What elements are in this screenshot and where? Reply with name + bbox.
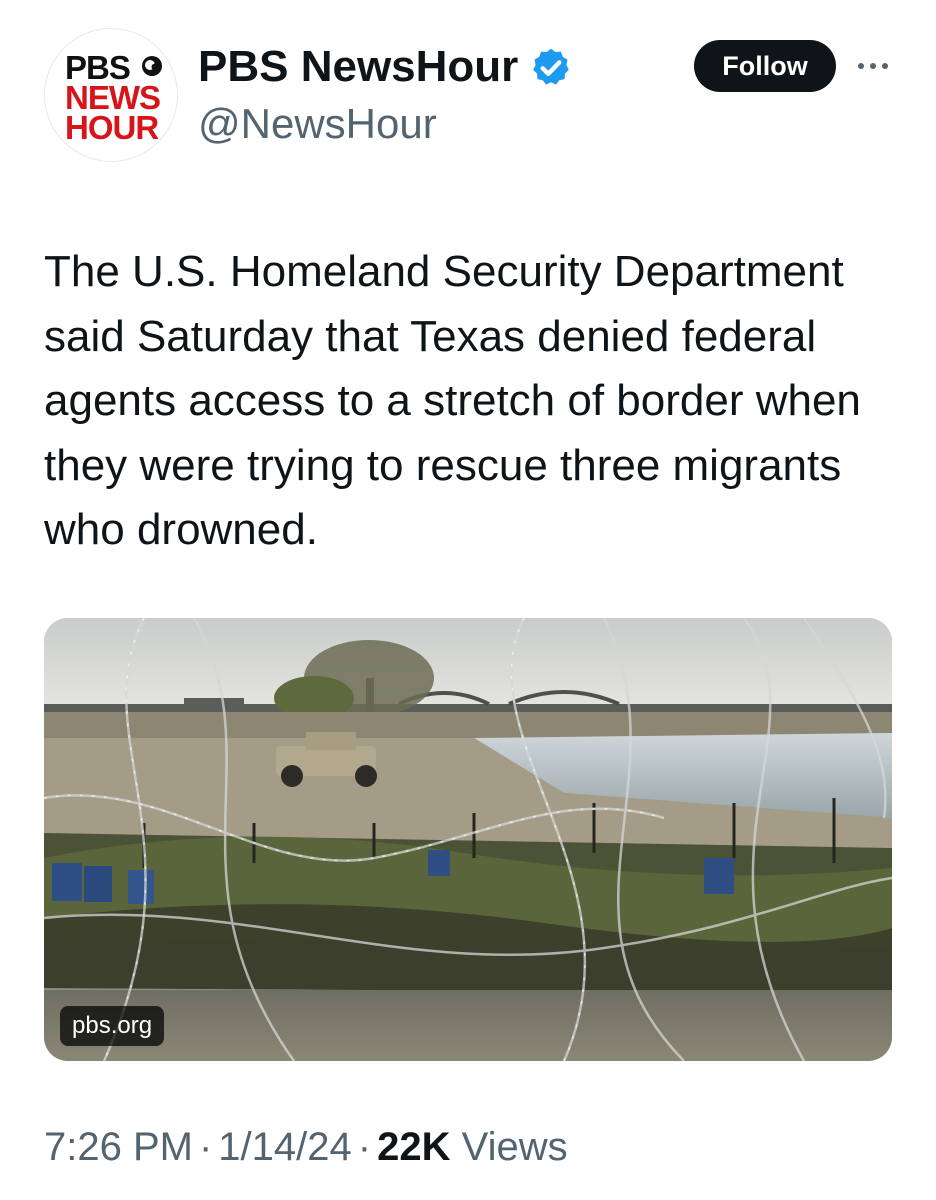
avatar[interactable]: PBS NEWS HOUR — [44, 28, 178, 162]
follow-button[interactable]: Follow — [694, 40, 836, 92]
tweet-text: The U.S. Homeland Security Department sa… — [44, 247, 861, 554]
views-label: Views — [461, 1125, 568, 1169]
meta-separator: · — [198, 1125, 213, 1169]
display-name[interactable]: PBS NewsHour — [198, 40, 518, 94]
logo-text-hour: HOUR — [65, 109, 159, 146]
verified-badge-icon — [533, 48, 569, 85]
tweet: PBS NEWS HOUR PBS NewsHour @NewsHour Fol… — [0, 0, 936, 1200]
more-options-icon[interactable] — [855, 56, 891, 76]
meta-separator: · — [357, 1125, 372, 1169]
tweet-meta: 7:26 PM · 1/14/24 · 22K Views — [44, 1120, 568, 1174]
handle[interactable]: @NewsHour — [198, 98, 437, 150]
link-card-image[interactable]: pbs.org — [44, 618, 892, 1061]
tweet-date[interactable]: 1/14/24 — [218, 1125, 351, 1169]
views-count: 22K — [377, 1125, 451, 1169]
border-river-photo — [44, 618, 892, 1061]
link-domain-badge: pbs.org — [60, 1006, 165, 1046]
tweet-time[interactable]: 7:26 PM — [44, 1125, 193, 1169]
pbs-logo-icon — [142, 56, 162, 76]
